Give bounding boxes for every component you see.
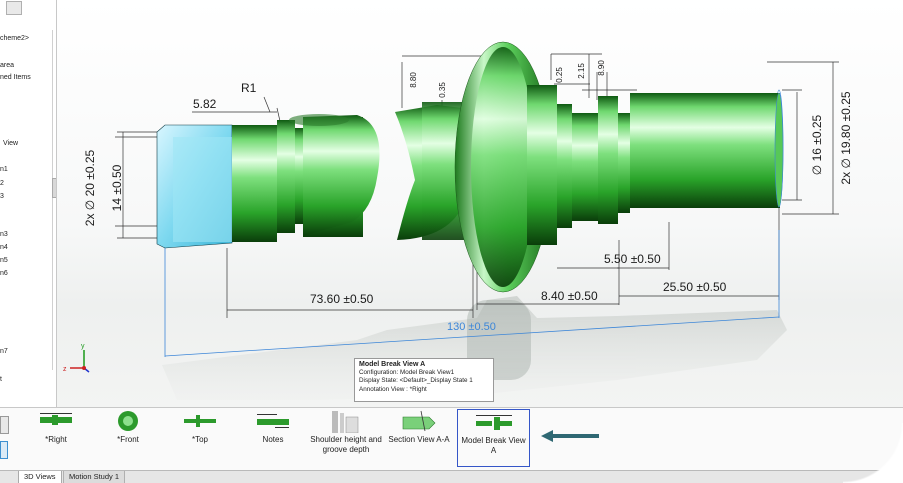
- dim-20: 2x ∅ 20 ±0.25: [83, 149, 97, 226]
- tree-scrollbar[interactable]: [52, 30, 53, 370]
- dim-0-35: 0.35: [438, 82, 447, 98]
- view-front-label: *Front: [117, 435, 139, 444]
- tree-item[interactable]: ned Items: [0, 74, 31, 81]
- view-section-label: Section View A-A: [388, 435, 450, 444]
- dim-8-80: 8.80: [409, 72, 418, 88]
- tooltip-display-state: Display State: <Default>_Display State 1: [359, 377, 473, 385]
- view-front-icon: [113, 409, 143, 433]
- dim-19-80: 2x ∅ 19.80 ±0.25: [839, 91, 853, 184]
- view-tooltip: Model Break View A Configuration: Model …: [354, 358, 494, 402]
- view-thumb-shoulder[interactable]: Shoulder height and groove depth: [310, 409, 382, 467]
- view-top-icon: [180, 409, 220, 433]
- tab-motion-study[interactable]: Motion Study 1: [63, 471, 126, 483]
- view-right-icon: [36, 409, 76, 433]
- tooltip-configuration: Configuration: Model Break View1: [359, 369, 455, 377]
- dim-14: 14 ±0.50: [110, 164, 124, 211]
- view-thumb-model-break[interactable]: Model Break View A: [457, 409, 530, 467]
- solidworks-window: cheme2> area ned Items View n1 2 3 n3 n4…: [0, 0, 903, 483]
- dim-8-40: 8.40 ±0.50: [541, 289, 598, 303]
- tree-item[interactable]: n6: [0, 270, 8, 277]
- appearance-icon[interactable]: [6, 1, 22, 15]
- dim-5-50: 5.50 ±0.50: [604, 252, 661, 266]
- bottom-tab-bar: 3D Views Motion Study 1: [0, 470, 903, 483]
- model-view-svg: 5.82 R1 14 ±0.50 2x ∅ 20 ±0.25 8.80 0.35…: [63, 41, 853, 400]
- view-notes-label: Notes: [262, 435, 284, 444]
- dim-25-50: 25.50 ±0.50: [663, 280, 727, 294]
- rounded-corner-mask: [843, 423, 903, 483]
- dim-73-60: 73.60 ±0.50: [310, 292, 374, 306]
- dim-130: 130 ±0.50: [447, 321, 496, 333]
- view-shoulder-icon: [326, 409, 366, 434]
- tab-3d-views[interactable]: 3D Views: [18, 471, 62, 483]
- view-model-break-label: Model Break View A: [461, 436, 526, 455]
- strip-scroll-button[interactable]: [0, 416, 9, 434]
- tree-item[interactable]: t: [0, 376, 2, 383]
- dim-5-82: 5.82: [193, 97, 217, 111]
- view-thumb-top[interactable]: *Top: [172, 409, 228, 467]
- 3d-views-strip: *Right *Front *Top Notes Shoulder height: [0, 407, 903, 471]
- dim-16: ∅ 16 ±0.25: [810, 114, 824, 175]
- view-thumb-front[interactable]: *Front: [100, 409, 156, 467]
- reference-triad: y z: [63, 343, 90, 373]
- view-shoulder-label: Shoulder height and groove depth: [310, 435, 382, 454]
- tree-item[interactable]: cheme2>: [0, 35, 29, 42]
- left-shaft-part[interactable]: [156, 114, 380, 249]
- pointer-arrow-icon: [541, 430, 599, 442]
- dim-8-90: 8.90: [597, 60, 606, 76]
- dim-2-15: 2.15: [577, 63, 586, 79]
- view-notes-icon: [253, 409, 293, 433]
- tree-item[interactable]: 2: [0, 180, 4, 187]
- tree-item[interactable]: View: [3, 140, 18, 147]
- triad-z-label: z: [63, 366, 67, 373]
- tree-item[interactable]: n5: [0, 257, 8, 264]
- tree-item[interactable]: n4: [0, 244, 8, 251]
- tree-item[interactable]: n1: [0, 166, 8, 173]
- tooltip-title: Model Break View A: [359, 361, 426, 368]
- view-top-label: *Top: [191, 435, 208, 444]
- view-thumb-section[interactable]: Section View A-A: [386, 409, 452, 467]
- tree-item[interactable]: 3: [0, 193, 4, 200]
- dim-r1: R1: [241, 81, 257, 95]
- view-right-label: *Right: [45, 435, 67, 444]
- strip-capture-button[interactable]: [0, 441, 8, 459]
- tooltip-annotation-view: Annotation View : *Right: [359, 385, 427, 393]
- dim-0-25: 0.25: [555, 67, 564, 83]
- tree-item[interactable]: n7: [0, 348, 8, 355]
- tree-item[interactable]: n3: [0, 231, 8, 238]
- view-thumb-notes[interactable]: Notes: [244, 409, 302, 467]
- tree-item[interactable]: area: [0, 62, 14, 69]
- feature-manager-tree: cheme2> area ned Items View n1 2 3 n3 n4…: [0, 0, 57, 407]
- view-thumb-right[interactable]: *Right: [28, 409, 84, 467]
- view-model-break-icon: [472, 410, 516, 434]
- view-section-icon: [399, 409, 439, 433]
- triad-y-label: y: [81, 343, 85, 350]
- graphics-area[interactable]: 5.82 R1 14 ±0.50 2x ∅ 20 ±0.25 8.80 0.35…: [57, 0, 903, 407]
